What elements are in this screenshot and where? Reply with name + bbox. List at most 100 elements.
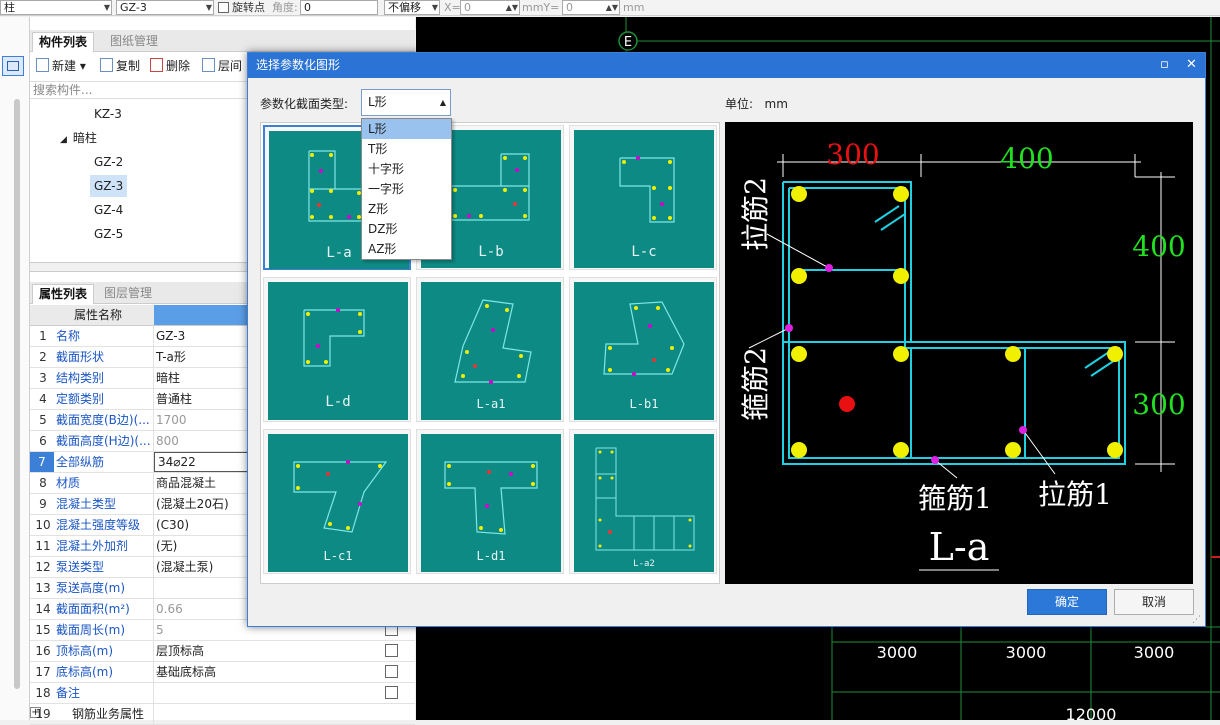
option-z[interactable]: Z形 bbox=[362, 199, 451, 219]
property-value[interactable]: GZ-3 bbox=[156, 326, 185, 346]
dim-right-top: 400 bbox=[1132, 230, 1185, 263]
unit-label: 单位: mm bbox=[725, 97, 788, 111]
option-l[interactable]: L形 bbox=[362, 119, 451, 139]
thumbnail-grid: L-a L-b L-c L-d L-a1 L-b1 L-c1 L-d1 L-a2 bbox=[260, 122, 720, 584]
thumb-l-a2[interactable]: L-a2 bbox=[569, 429, 717, 574]
thumb-l-c[interactable]: L-c bbox=[569, 125, 717, 270]
property-value[interactable]: 0.66 bbox=[156, 599, 183, 619]
column-divider bbox=[153, 515, 154, 535]
type-select[interactable]: 柱 ▼ bbox=[0, 0, 112, 15]
label-gujin2: 箍筋2 bbox=[739, 347, 772, 421]
panel-toggle-icon[interactable] bbox=[2, 56, 24, 76]
tab-component-list[interactable]: 构件列表 bbox=[32, 32, 95, 52]
row-number: 14 bbox=[35, 602, 51, 616]
tab-drawing-manage[interactable]: 图纸管理 bbox=[104, 32, 164, 52]
resize-grip-icon[interactable]: ⋰ bbox=[1192, 615, 1201, 625]
tab-layer-manage[interactable]: 图层管理 bbox=[98, 284, 158, 304]
header-name: 属性名称 bbox=[74, 308, 123, 322]
property-row[interactable]: +19 钢筋业务属性 bbox=[30, 704, 415, 725]
thumb-label: L-b1 bbox=[630, 397, 659, 411]
option-line[interactable]: 一字形 bbox=[362, 179, 451, 199]
column-divider bbox=[153, 431, 154, 451]
tree-item-gz2[interactable]: GZ-2 bbox=[94, 151, 123, 173]
property-row[interactable]: 17 底标高(m) 基础底标高 bbox=[30, 662, 415, 683]
column-divider bbox=[153, 578, 154, 598]
attach-checkbox[interactable] bbox=[385, 686, 398, 699]
property-value[interactable]: (混凝土20石) bbox=[156, 494, 229, 514]
collapse-icon: ◢ bbox=[60, 135, 67, 145]
property-value[interactable]: 商品混凝土 bbox=[156, 473, 216, 493]
row-number: 17 bbox=[35, 665, 51, 679]
cad-dim-2: 3000 bbox=[1006, 643, 1047, 662]
property-value[interactable]: 层顶标高 bbox=[156, 641, 204, 661]
column-divider bbox=[153, 368, 154, 388]
row-number: 15 bbox=[35, 623, 51, 637]
row-number: 19 bbox=[35, 707, 51, 721]
property-value[interactable]: T-a形 bbox=[156, 347, 186, 367]
cancel-button[interactable]: 取消 bbox=[1114, 589, 1194, 615]
thumb-l-b1[interactable]: L-b1 bbox=[569, 277, 717, 422]
property-value[interactable]: 暗柱 bbox=[156, 368, 180, 388]
row-number: 5 bbox=[39, 413, 47, 427]
column-divider bbox=[153, 347, 154, 367]
close-icon[interactable]: ✕ bbox=[1186, 53, 1197, 77]
ok-button[interactable]: 确定 bbox=[1027, 589, 1107, 615]
option-t[interactable]: T形 bbox=[362, 139, 451, 159]
row-number: 8 bbox=[39, 476, 47, 490]
property-value[interactable]: 800 bbox=[156, 431, 179, 451]
dim-top-right: 400 bbox=[1000, 142, 1053, 175]
property-value[interactable]: (C30) bbox=[156, 515, 189, 535]
thumb-l-d[interactable]: L-d bbox=[263, 277, 411, 422]
y-input[interactable]: 0 ▲▼ bbox=[562, 0, 620, 15]
row-number: 9 bbox=[39, 497, 47, 511]
property-value[interactable]: 基础底标高 bbox=[156, 662, 216, 682]
shape-name: L-a bbox=[929, 525, 990, 569]
offset-select[interactable]: 不偏移 ▼ bbox=[384, 0, 440, 15]
property-row[interactable]: 18 备注 bbox=[30, 683, 415, 704]
thumb-l-d1[interactable]: L-d1 bbox=[416, 429, 564, 574]
option-az[interactable]: AZ形 bbox=[362, 239, 451, 259]
property-value[interactable]: 1700 bbox=[156, 410, 187, 430]
tab-property-list[interactable]: 属性列表 bbox=[32, 284, 95, 304]
thumb-label: L-d bbox=[325, 394, 350, 410]
thumb-label: L-a1 bbox=[477, 397, 506, 411]
delete-button[interactable]: 删除 bbox=[150, 58, 190, 74]
property-value[interactable]: 5 bbox=[156, 620, 164, 640]
floor-button[interactable]: 层间 bbox=[202, 58, 242, 74]
tree-item-gz3[interactable]: GZ-3 bbox=[90, 175, 128, 197]
new-button[interactable]: 新建 ▾ bbox=[36, 58, 86, 74]
angle-input[interactable]: 0 bbox=[300, 0, 378, 15]
type-label: 参数化截面类型: bbox=[260, 97, 349, 111]
thumb-l-c1[interactable]: L-c1 bbox=[263, 429, 411, 574]
column-divider bbox=[153, 473, 154, 493]
property-name: 定额类别 bbox=[56, 392, 105, 406]
tree-item-gz4[interactable]: GZ-4 bbox=[94, 199, 123, 221]
component-select[interactable]: GZ-3 ▼ bbox=[116, 0, 214, 15]
tree-item-gz5[interactable]: GZ-5 bbox=[94, 223, 123, 245]
property-row[interactable]: 16 顶标高(m) 层顶标高 bbox=[30, 641, 415, 662]
property-value[interactable]: (无) bbox=[156, 536, 177, 556]
thumb-l-a1[interactable]: L-a1 bbox=[416, 277, 564, 422]
property-value[interactable]: 普通柱 bbox=[156, 389, 192, 409]
cad-total-dim: 12000 bbox=[1066, 705, 1117, 720]
property-value[interactable]: (混凝土泵) bbox=[156, 557, 213, 577]
delete-icon bbox=[150, 58, 163, 72]
rotate-checkbox[interactable]: 旋转点 bbox=[218, 0, 265, 15]
scrollbar[interactable] bbox=[14, 99, 20, 689]
type-select[interactable]: L形 ▲ bbox=[361, 89, 451, 116]
copy-button[interactable]: 复制 bbox=[100, 58, 140, 74]
axis-label: E bbox=[624, 35, 632, 50]
maximize-icon[interactable]: ▫ bbox=[1160, 53, 1169, 77]
attach-checkbox[interactable] bbox=[385, 665, 398, 678]
type-dropdown-list: L形 T形 十字形 一字形 Z形 DZ形 AZ形 bbox=[361, 118, 452, 260]
option-cross[interactable]: 十字形 bbox=[362, 159, 451, 179]
property-name: 备注 bbox=[56, 686, 81, 700]
tree-group-anzhu[interactable]: ◢ 暗柱 bbox=[60, 127, 97, 151]
column-divider bbox=[153, 599, 154, 619]
tree-item-kz3[interactable]: KZ-3 bbox=[94, 103, 122, 125]
attach-checkbox[interactable] bbox=[385, 644, 398, 657]
option-dz[interactable]: DZ形 bbox=[362, 219, 451, 239]
x-input[interactable]: 0 ▲▼ bbox=[460, 0, 520, 15]
left-strip bbox=[0, 17, 30, 720]
column-divider bbox=[153, 683, 154, 703]
